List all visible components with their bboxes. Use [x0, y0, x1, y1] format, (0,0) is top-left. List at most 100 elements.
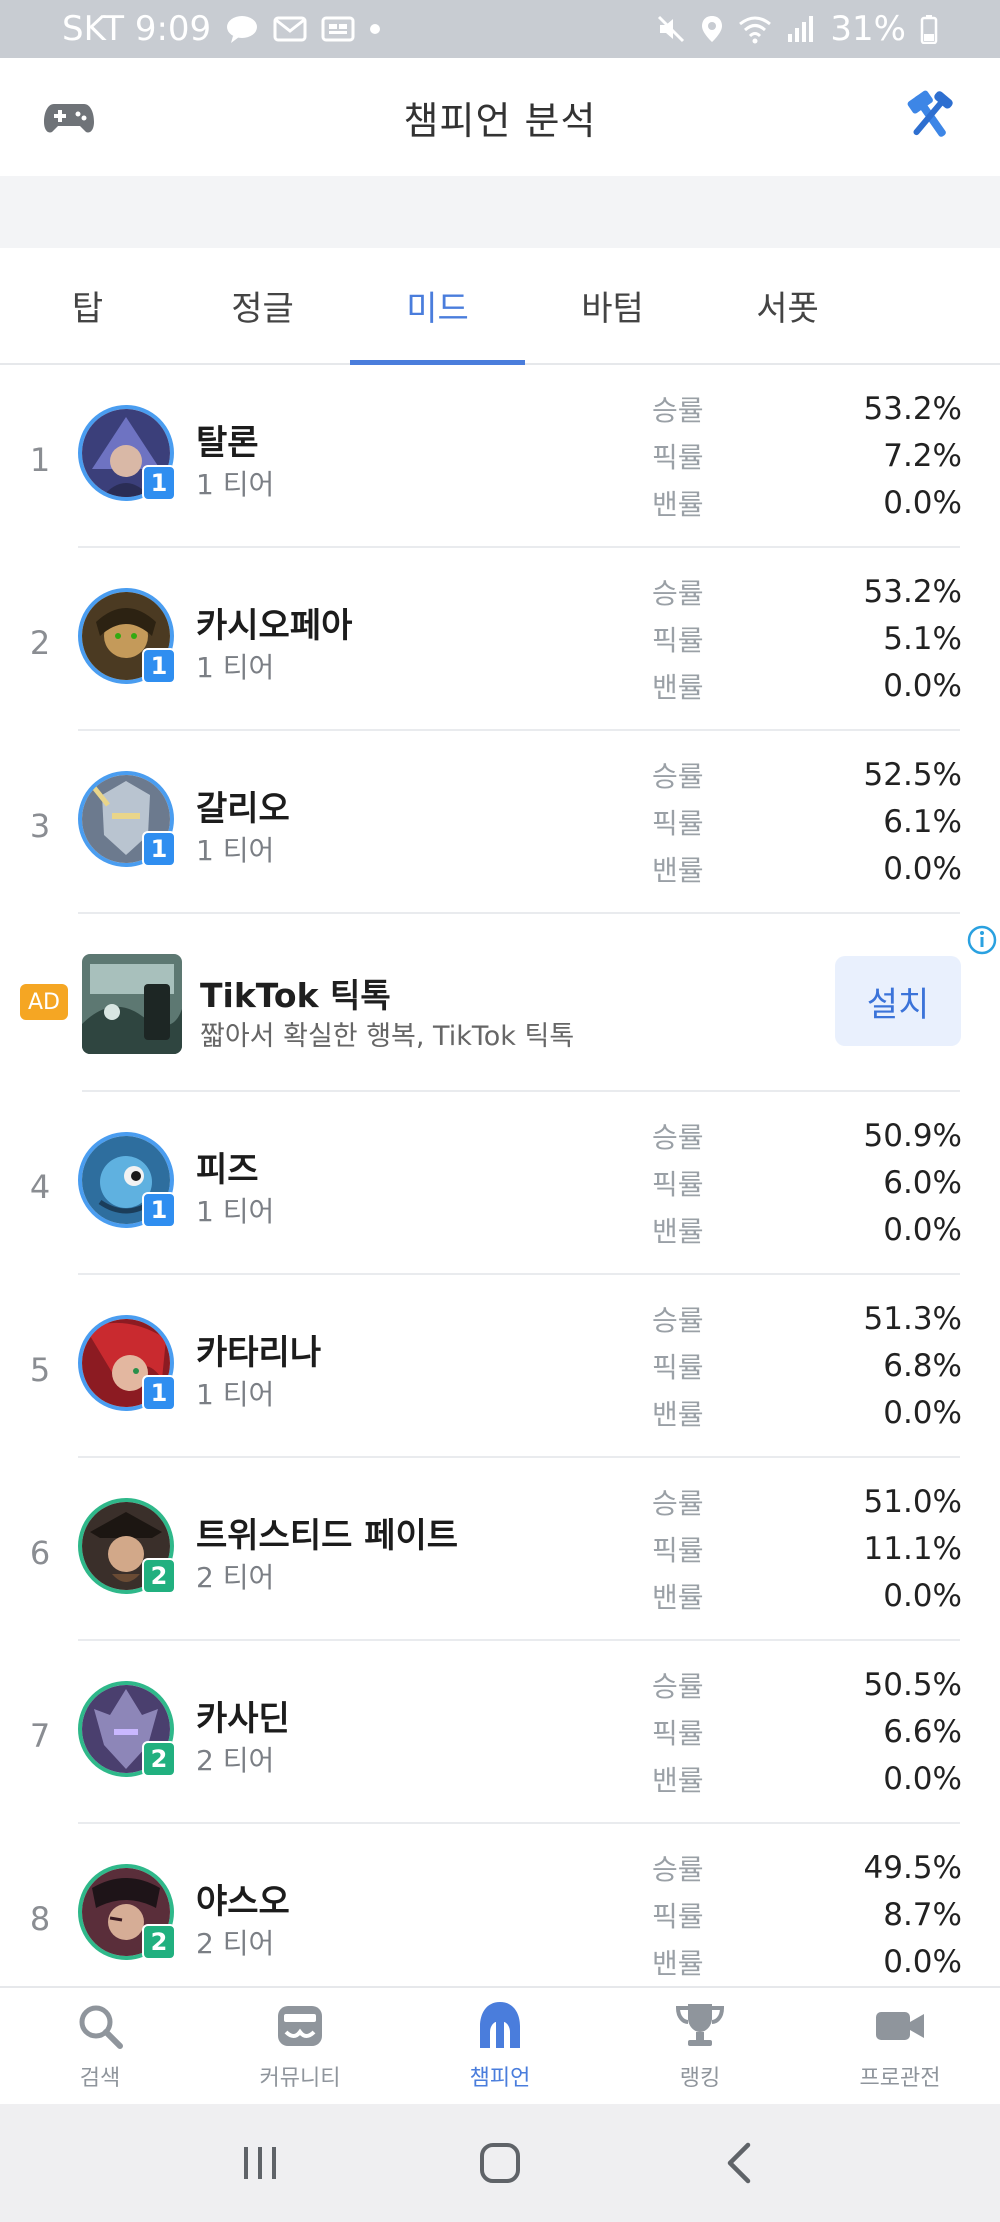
- position-tabs: 탑 정글 미드 바텀 서폿: [0, 248, 1000, 365]
- ban-rate-value: 0.0%: [883, 1943, 962, 1980]
- rank-number: 5: [29, 1351, 51, 1389]
- search-icon: [79, 2005, 123, 2049]
- nav-ranking[interactable]: 랭킹: [600, 1988, 800, 2104]
- pick-rate-label: 픽률: [652, 1716, 704, 1750]
- nav-search[interactable]: 검색: [0, 1988, 200, 2104]
- more-notifications-dot-icon: [369, 23, 381, 35]
- win-rate-value: 53.2%: [863, 573, 962, 610]
- champion-row[interactable]: 7 2 카사딘 2 티어 승률 50.5% 픽률 6.6% 밴률 0.0%: [0, 1641, 1000, 1824]
- champion-row[interactable]: 6 2 트위스티드 페이트 2 티어 승률 51.0% 픽률 11.1% 밴률 0.0…: [0, 1458, 1000, 1641]
- win-rate-value: 50.5%: [863, 1666, 962, 1703]
- win-rate-label: 승률: [652, 1852, 704, 1886]
- nav-label: 프로관전: [859, 2066, 941, 2091]
- tab-bottom[interactable]: 바텀: [525, 248, 700, 363]
- ban-rate-label: 밴률: [652, 1763, 704, 1797]
- champion-name: 카시오페아: [196, 606, 353, 646]
- tier-badge: 2: [142, 1741, 176, 1777]
- champion-row[interactable]: 2 1 카시오페아 1 티어 승률 53.2% 픽률 5.1% 밴률 0.0%: [0, 548, 1000, 731]
- champion-tier: 1 티어: [196, 651, 275, 684]
- champion-stats: 승률 50.5% 픽률 6.6% 밴률 0.0%: [652, 1661, 962, 1802]
- champion-row[interactable]: 5 1 카타리나 1 티어 승률 51.3% 픽률 6.8% 밴률 0.0%: [0, 1275, 1000, 1458]
- champion-stats: 승률 51.0% 픽률 11.1% 밴률 0.0%: [652, 1478, 962, 1619]
- champion-row[interactable]: 1 1 탈론 1 티어 승률 53.2% 픽률 7.2% 밴률 0.0%: [0, 365, 1000, 548]
- nav-label: 커뮤니티: [259, 2066, 341, 2091]
- tier-badge: 1: [142, 648, 176, 684]
- nav-label: 랭킹: [679, 2066, 721, 2091]
- battery-percent: 31%: [830, 9, 906, 49]
- win-rate-label: 승률: [652, 393, 704, 427]
- ad-title: TikTok 틱톡: [200, 976, 391, 1015]
- ban-rate-label: 밴률: [652, 670, 704, 704]
- champion-stats: 승률 50.9% 픽률 6.0% 밴률 0.0%: [652, 1112, 962, 1253]
- champion-row[interactable]: 8 2 야스오 2 티어 승률 49.5% 픽률 8.7% 밴률 0.0%: [0, 1824, 1000, 2007]
- gamepad-button[interactable]: [42, 90, 96, 144]
- champion-tier: 1 티어: [196, 468, 275, 501]
- champion-portrait: 1: [78, 588, 176, 684]
- champion-name: 카타리나: [196, 1333, 322, 1373]
- champion-helmet-icon: [480, 2002, 520, 2048]
- rank-number: 2: [29, 624, 51, 662]
- nav-label: 검색: [79, 2066, 121, 2091]
- champion-name: 탈론: [196, 423, 259, 463]
- ad-tag: AD: [20, 984, 68, 1020]
- tier-badge: 1: [142, 1192, 176, 1228]
- champion-name: 피즈: [196, 1150, 259, 1190]
- tab-jungle[interactable]: 정글: [175, 248, 350, 363]
- pick-rate-label: 픽률: [652, 1167, 704, 1201]
- champion-tier: 2 티어: [196, 1927, 275, 1960]
- app-bar: 챔피언 분석: [0, 58, 1000, 176]
- champion-tier: 1 티어: [196, 1195, 275, 1228]
- nav-label: 챔피언: [469, 2066, 531, 2091]
- ad-banner[interactable]: AD TikTok 틱톡 짧아서 확실한 행복, TikTok 틱톡 설치: [0, 914, 1000, 1092]
- nav-champion[interactable]: 챔피언: [400, 1988, 600, 2104]
- win-rate-value: 51.3%: [863, 1300, 962, 1337]
- champion-portrait: 1: [78, 771, 176, 867]
- champion-tier: 1 티어: [196, 1378, 275, 1411]
- tools-button[interactable]: [900, 86, 960, 146]
- chat-notification-icon: [225, 14, 259, 44]
- home-icon: [480, 2143, 520, 2183]
- signal-icon: [786, 14, 816, 44]
- win-rate-label: 승률: [652, 1486, 704, 1520]
- bottom-nav: 검색 커뮤니티 챔피언 랭킹 프로관전: [0, 1986, 1000, 2104]
- page-title: 챔피언 분석: [403, 98, 597, 143]
- pick-rate-value: 5.1%: [883, 620, 962, 657]
- back-icon: [727, 2142, 751, 2184]
- mail-notification-icon: [273, 15, 307, 43]
- nav-community[interactable]: 커뮤니티: [200, 1988, 400, 2104]
- nav-pro-viewing[interactable]: 프로관전: [800, 1988, 1000, 2104]
- champion-tier: 2 티어: [196, 1561, 275, 1594]
- ad-info-icon[interactable]: [966, 924, 998, 956]
- ban-rate-value: 0.0%: [883, 484, 962, 521]
- champion-stats: 승률 52.5% 픽률 6.1% 밴률 0.0%: [652, 751, 962, 892]
- pick-rate-label: 픽률: [652, 806, 704, 840]
- tier-badge: 2: [142, 1558, 176, 1594]
- tab-top[interactable]: 탑: [0, 248, 175, 363]
- pick-rate-label: 픽률: [652, 1533, 704, 1567]
- ban-rate-value: 0.0%: [883, 667, 962, 704]
- champion-row[interactable]: 4 1 피즈 1 티어 승률 50.9% 픽률 6.0% 밴률 0.0%: [0, 1092, 1000, 1275]
- home-button[interactable]: [465, 2128, 535, 2198]
- rank-number: 1: [29, 441, 51, 479]
- install-button[interactable]: 설치: [835, 956, 961, 1046]
- crossed-tools-icon: [907, 90, 953, 137]
- carrier-time: SKT 9:09: [62, 9, 212, 49]
- gallery-notification-icon: [321, 15, 355, 43]
- ban-rate-value: 0.0%: [883, 1577, 962, 1614]
- tab-mid[interactable]: 미드: [350, 248, 525, 365]
- wifi-icon: [738, 14, 772, 44]
- pick-rate-value: 8.7%: [883, 1896, 962, 1933]
- pick-rate-value: 6.0%: [883, 1164, 962, 1201]
- pick-rate-label: 픽률: [652, 1350, 704, 1384]
- ad-app-thumbnail: [82, 954, 182, 1054]
- win-rate-value: 49.5%: [863, 1849, 962, 1886]
- champion-tier: 2 티어: [196, 1744, 275, 1777]
- pick-rate-value: 6.6%: [883, 1713, 962, 1750]
- ban-rate-label: 밴률: [652, 1214, 704, 1248]
- tier-badge: 2: [142, 1924, 176, 1960]
- ban-rate-label: 밴률: [652, 1397, 704, 1431]
- back-button[interactable]: [705, 2128, 775, 2198]
- recent-apps-button[interactable]: [225, 2128, 295, 2198]
- tab-support[interactable]: 서폿: [700, 248, 875, 363]
- champion-row[interactable]: 3 1 갈리오 1 티어 승률 52.5% 픽률 6.1% 밴률 0.0%: [0, 731, 1000, 914]
